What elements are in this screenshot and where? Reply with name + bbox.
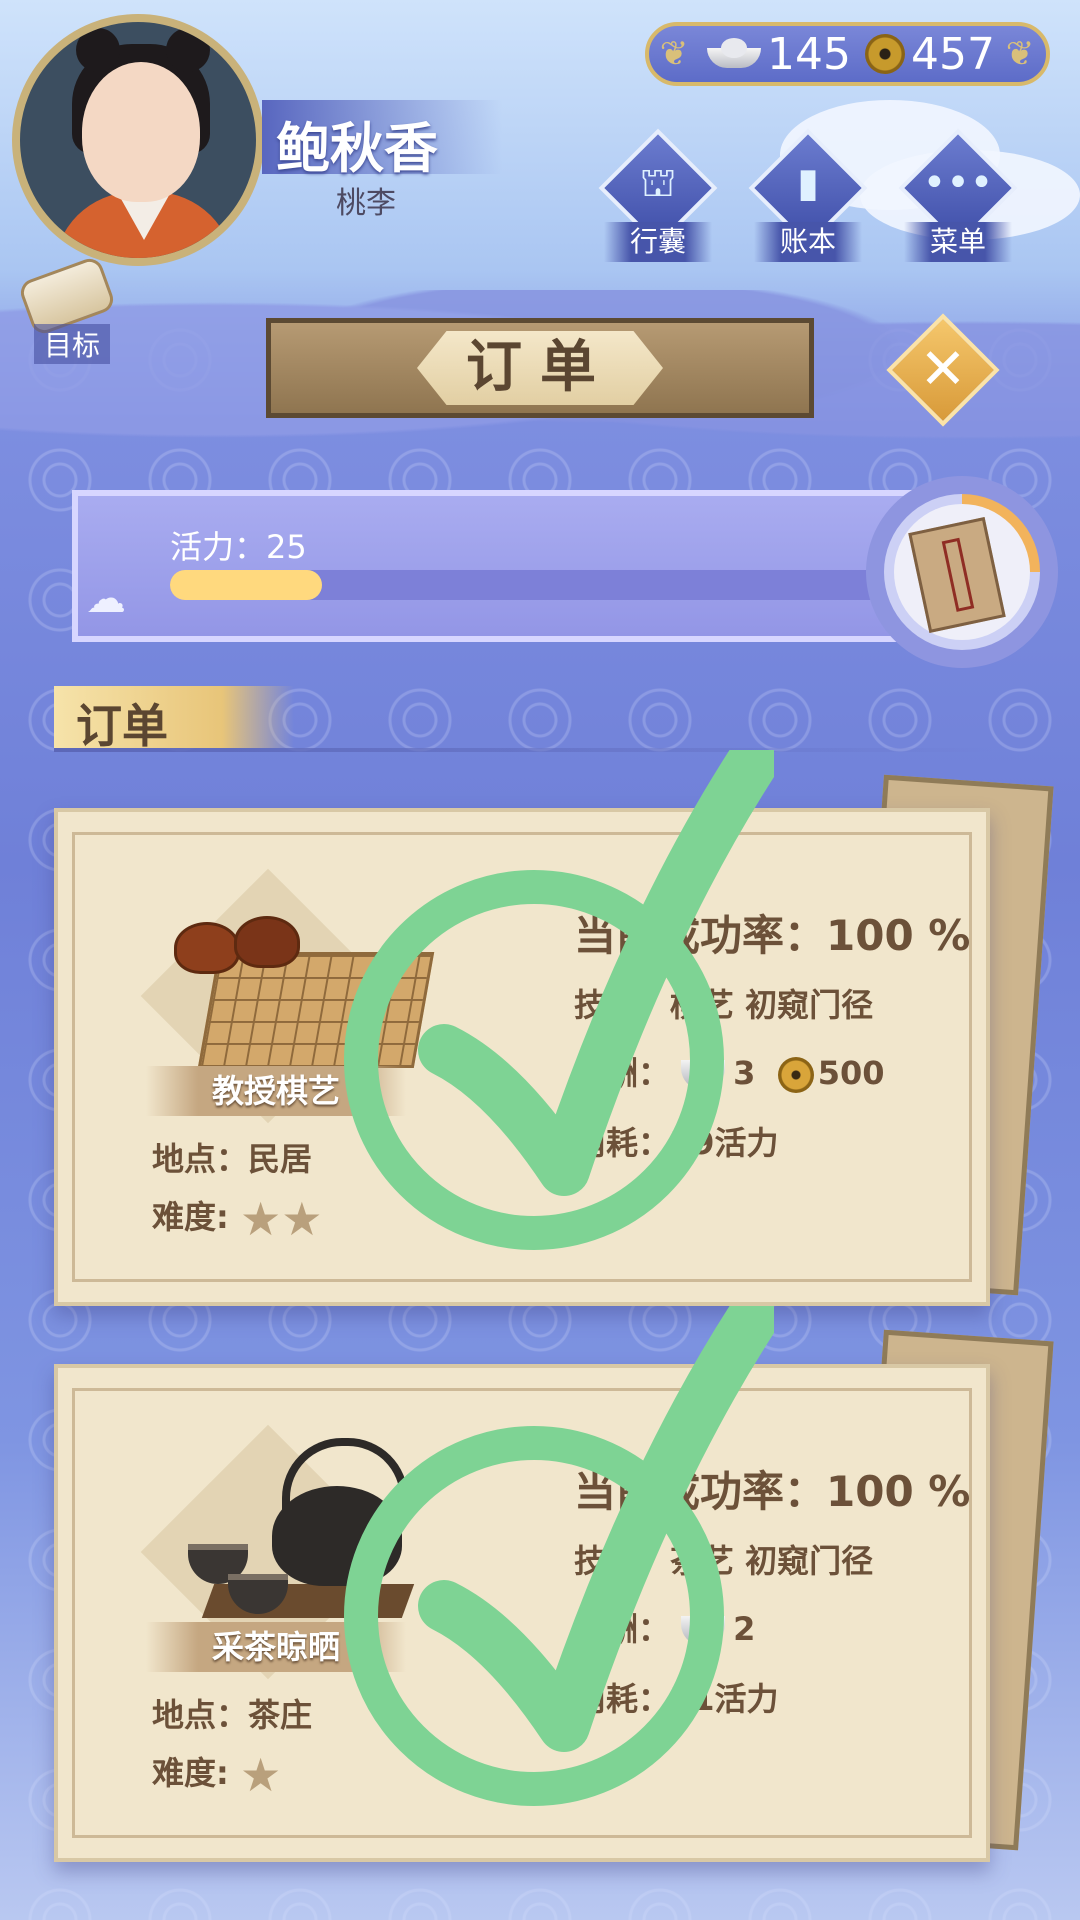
checkmark-icon [418, 750, 774, 1196]
recipe-button[interactable] [866, 476, 1058, 668]
section-title: 订单 [76, 699, 168, 753]
difficulty-label: 难度: [152, 1198, 229, 1236]
energy-label: 活力：25 [170, 528, 307, 566]
checkmark-icon [418, 1306, 774, 1752]
silver-ingot-icon [707, 38, 761, 70]
menu-button[interactable]: ••• 菜单 [898, 128, 1018, 270]
page-title: 订单 [466, 335, 614, 400]
silver-amount: 145 [767, 28, 851, 80]
energy-bar-fill [170, 570, 322, 600]
difficulty-label: 难度: [152, 1754, 229, 1792]
bundle-icon: ⛫ [639, 160, 677, 206]
energy-panel: ☁ 活力：25 [72, 490, 972, 642]
more-icon: ••• [922, 160, 994, 206]
star-icon: ★ [281, 1192, 323, 1246]
avatar-hair-bun [166, 28, 210, 72]
player-avatar[interactable] [12, 14, 264, 266]
star-icon: ★ [239, 1748, 282, 1802]
close-icon[interactable]: ✕ [903, 330, 983, 410]
copper-coin-icon [777, 1057, 814, 1093]
go-bowl-icon [234, 916, 300, 968]
go-bowl-icon [174, 922, 240, 974]
currency-panel: ❦ 145 457 ❦ [645, 22, 1050, 86]
avatar-hair-bun [76, 28, 120, 72]
ledger-label: 账本 [754, 222, 862, 262]
ledger-icon: ▮ [796, 160, 819, 206]
header-banner: 订单 [266, 318, 814, 418]
bundle-label: 行囊 [604, 222, 712, 262]
order-location: 地点：茶庄 [152, 1696, 313, 1734]
menu-label: 菜单 [904, 222, 1012, 262]
goal-label: 目标 [34, 324, 110, 364]
energy-bar [170, 570, 930, 600]
player-name: 鲍秋香 [276, 117, 438, 180]
bamboo-icon: ❦ [659, 34, 689, 74]
player-title: 桃李 [336, 186, 396, 221]
ledger-button[interactable]: ▮ 账本 [748, 128, 868, 270]
avatar-face [82, 62, 200, 202]
order-location: 地点：民居 [152, 1140, 313, 1178]
order-difficulty: 难度: ★★ [152, 1192, 322, 1242]
goal-button[interactable]: 目标 [14, 254, 117, 364]
reward-coins: 500 [817, 1054, 885, 1092]
bamboo-icon: ❦ [1005, 34, 1035, 74]
star-icon: ★ [239, 1192, 282, 1246]
copper-coin-icon [864, 34, 905, 74]
coin-amount: 457 [910, 28, 995, 80]
order-difficulty: 难度: ★ [152, 1748, 281, 1798]
bundle-button[interactable]: ⛫ 行囊 [598, 128, 718, 270]
